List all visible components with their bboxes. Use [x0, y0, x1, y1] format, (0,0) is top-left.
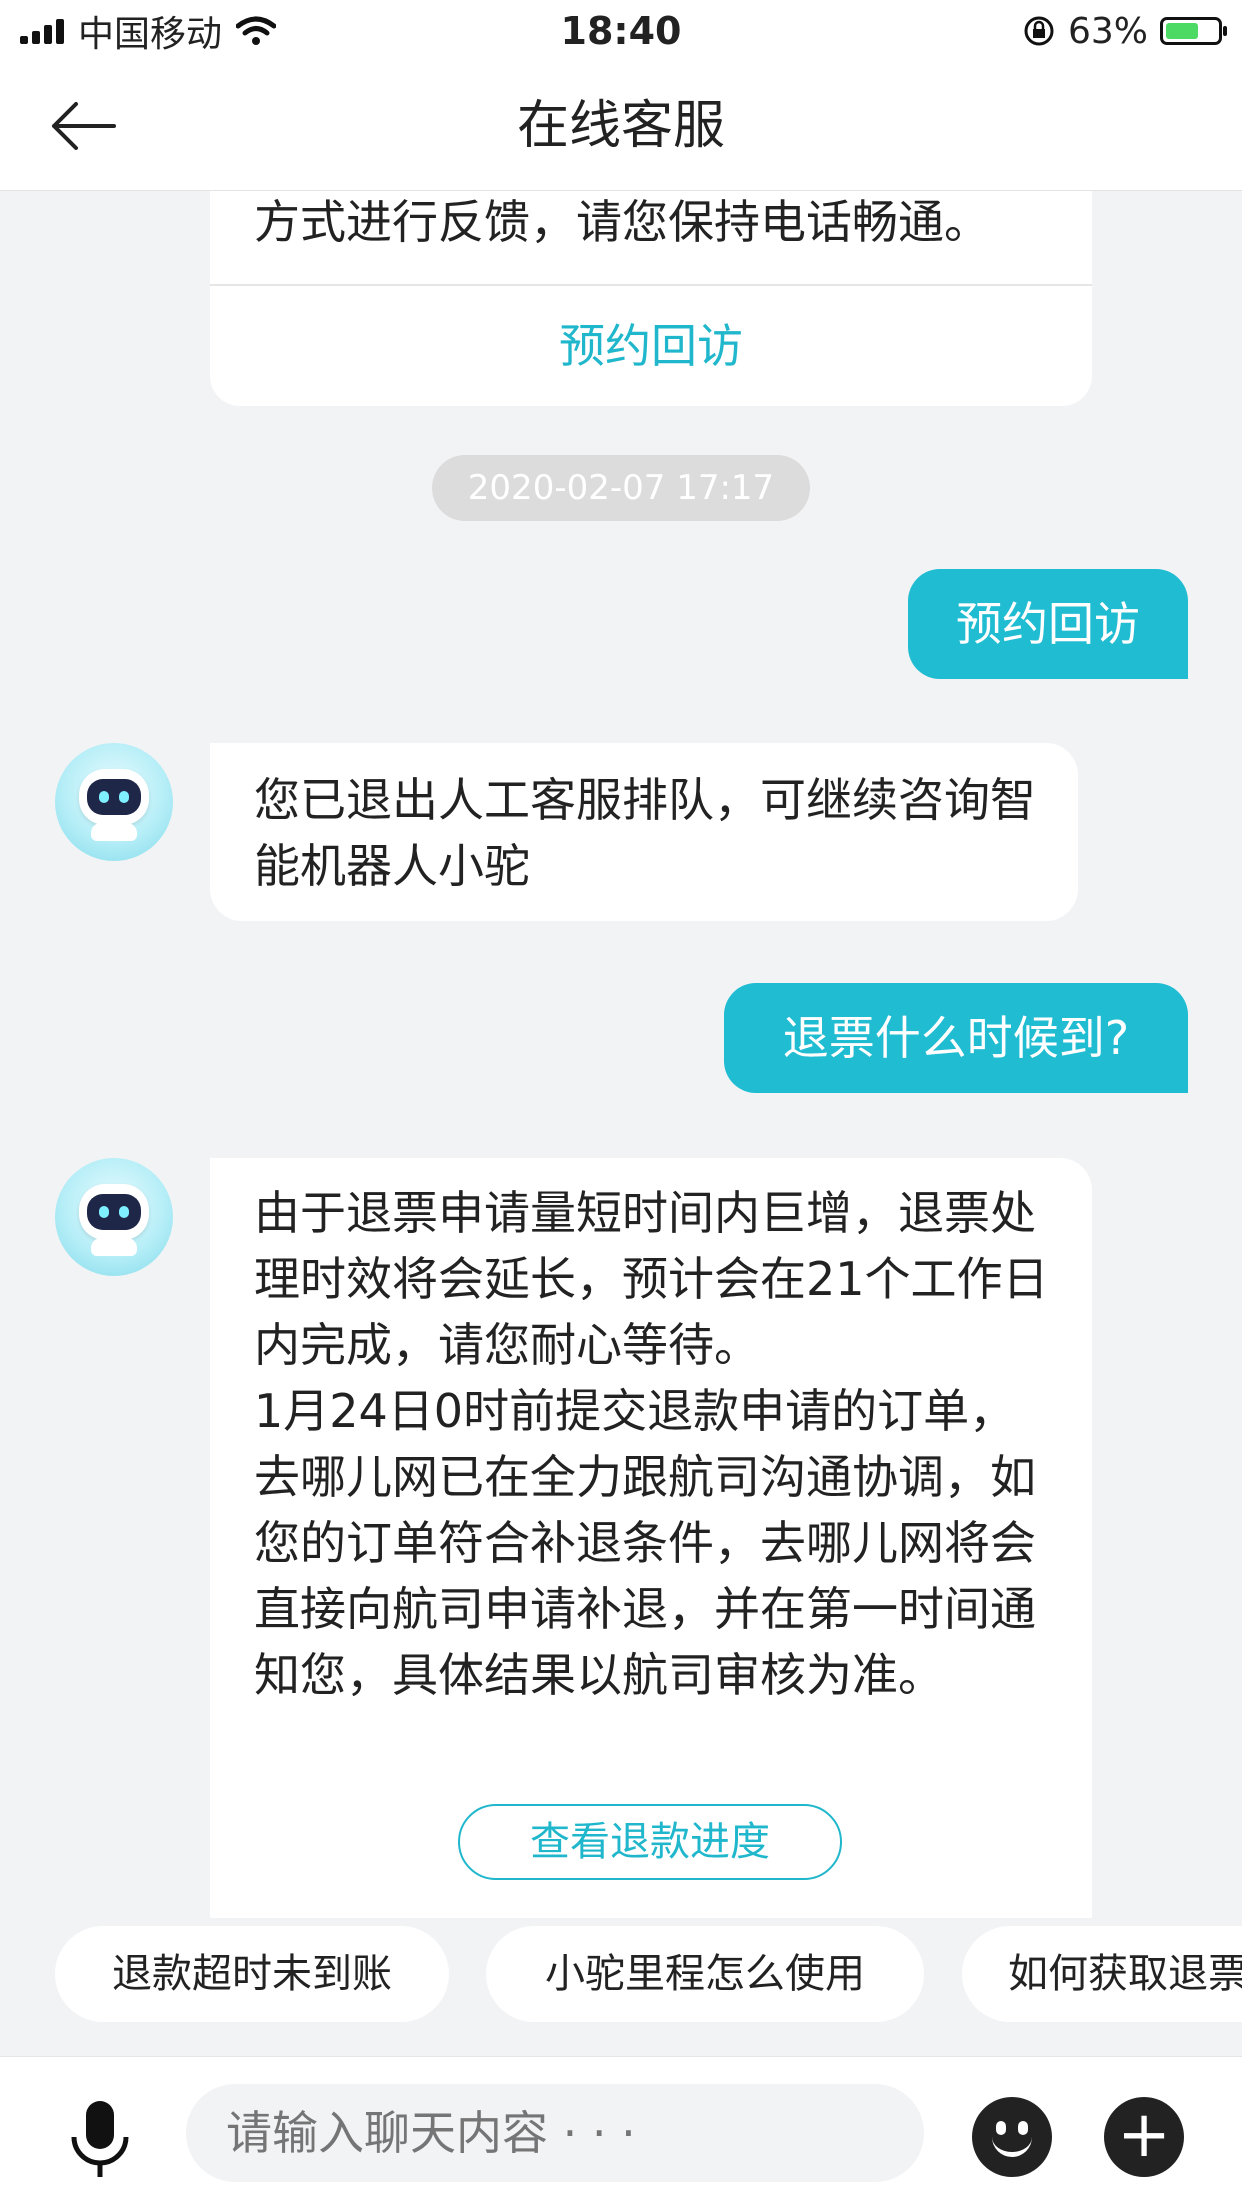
- input-bar: +: [0, 2056, 1242, 2209]
- plus-icon[interactable]: +: [1104, 2097, 1184, 2177]
- message-timestamp: 2020-02-07 17:17: [432, 455, 810, 521]
- bot-card-partial: 方式进行反馈，请您保持电话畅通。 预约回访: [210, 191, 1092, 406]
- battery-percent: 63%: [1067, 10, 1148, 52]
- view-refund-progress-button[interactable]: 查看退款进度: [458, 1804, 842, 1880]
- quick-reply-chip[interactable]: 退款超时未到账: [55, 1926, 449, 2022]
- battery-icon: [1160, 17, 1227, 45]
- chat-area[interactable]: 方式进行反馈，请您保持电话畅通。 预约回访 2020-02-07 17:17 预…: [0, 191, 1242, 1918]
- nav-bar: 在线客服: [0, 62, 1242, 191]
- schedule-callback-link[interactable]: 预约回访: [210, 286, 1092, 406]
- bot-message: 您已退出人工客服排队，可继续咨询智能机器人小驼: [210, 743, 1078, 921]
- rotation-lock-icon: [1024, 16, 1054, 46]
- status-bar: 中国移动 18:40 63%: [0, 0, 1242, 62]
- robot-avatar-icon: [55, 1158, 173, 1276]
- page-title: 在线客服: [516, 96, 725, 156]
- microphone-icon[interactable]: [66, 2099, 134, 2179]
- quick-replies: 退款超时未到账 小驼里程怎么使用 如何获取退票: [0, 1918, 1242, 2052]
- bot-message: 由于退票申请量短时间内巨增，退票处理时效将会延长，预计会在21个工作日内完成，请…: [210, 1158, 1092, 1918]
- emoji-icon[interactable]: [972, 2097, 1052, 2177]
- bot-message-text: 由于退票申请量短时间内巨增，退票处理时效将会延长，预计会在21个工作日内完成，请…: [254, 1186, 1049, 1702]
- quick-reply-chip[interactable]: 如何获取退票: [962, 1926, 1242, 2022]
- user-message: 退票什么时候到?: [724, 983, 1188, 1093]
- user-message: 预约回访: [908, 569, 1188, 679]
- robot-avatar-icon: [55, 743, 173, 861]
- chat-input[interactable]: [186, 2084, 924, 2182]
- bot-card-text: 方式进行反馈，请您保持电话畅通。: [254, 195, 990, 249]
- status-right: 63%: [1022, 6, 1227, 56]
- quick-reply-chip[interactable]: 小驼里程怎么使用: [486, 1926, 924, 2022]
- battery-fill: [1166, 23, 1198, 39]
- bot-message-text: 您已退出人工客服排队，可继续咨询智能机器人小驼: [254, 773, 1036, 893]
